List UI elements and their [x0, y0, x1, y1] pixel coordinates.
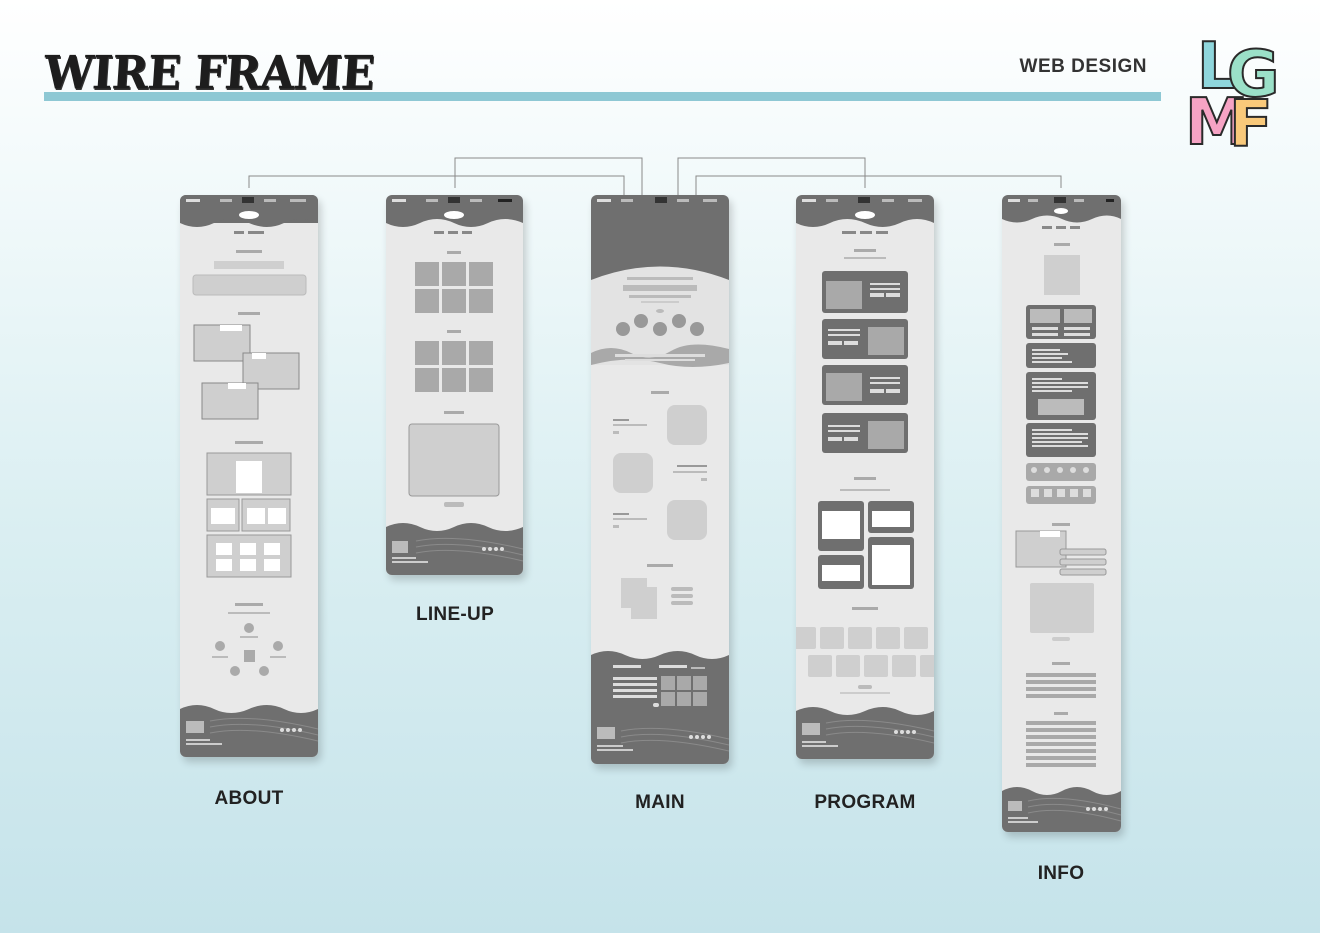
wireframe-info[interactable] — [1002, 195, 1121, 832]
label-about: ABOUT — [214, 788, 284, 809]
wireframe-program[interactable] — [796, 195, 934, 759]
wireframe-main[interactable] — [591, 195, 729, 764]
label-info: INFO — [1037, 863, 1085, 884]
label-main: MAIN — [635, 792, 685, 813]
wireframe-about[interactable] — [180, 195, 318, 757]
wireframe-lineup[interactable] — [386, 195, 523, 575]
label-lineup: LINE-UP — [415, 604, 495, 625]
label-program: PROGRAM — [814, 792, 916, 813]
